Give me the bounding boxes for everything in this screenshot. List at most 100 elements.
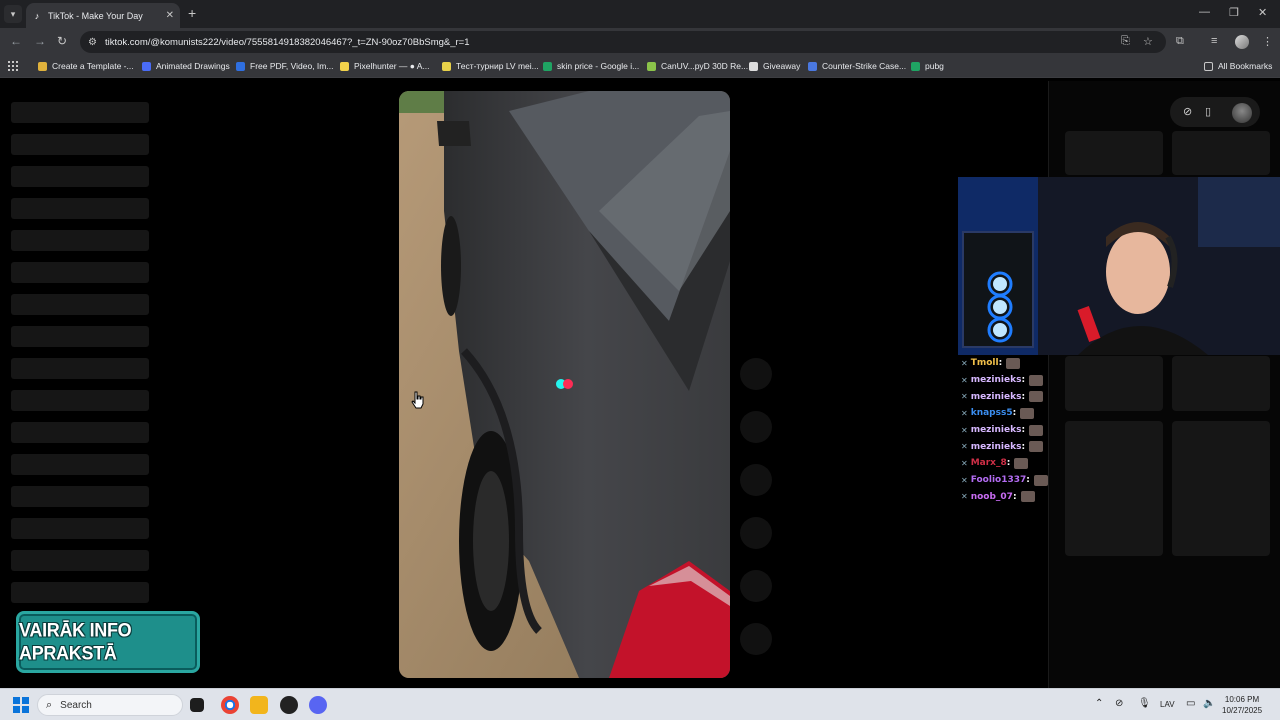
minimize-icon[interactable]: —: [1199, 6, 1210, 18]
bookmark-label: pubg: [925, 61, 944, 71]
reload-icon[interactable]: ↻: [57, 34, 67, 48]
install-app-icon[interactable]: ⎘: [1121, 35, 1130, 48]
chrome-icon[interactable]: [221, 696, 239, 714]
bookmark-label: Pixelhunter — ● A...: [354, 61, 430, 71]
display-icon[interactable]: ▭: [1186, 698, 1195, 709]
time: 10:06 PM: [1224, 695, 1260, 704]
chat-emote-icon: [1014, 457, 1029, 469]
new-tab-button[interactable]: +: [188, 5, 196, 21]
volume-icon[interactable]: 🔈: [1203, 698, 1215, 709]
bookmark-favicon-icon: [38, 61, 47, 71]
file-explorer-icon[interactable]: [250, 696, 268, 714]
card-placeholder: [1172, 131, 1270, 175]
bookmark-label: Giveaway: [763, 61, 801, 71]
video-player[interactable]: [399, 91, 730, 678]
stream-chat: ✕ Tmoll : ✕ mezinieks : ✕ mezinieks : ✕ knapss5…: [961, 355, 1048, 505]
chat-emote-icon: [1033, 474, 1048, 486]
chat-message: ✕ mezinieks :: [961, 422, 1048, 439]
chat-badge-icon: ✕: [961, 492, 968, 502]
chat-separator: :: [1012, 408, 1017, 419]
bookmark-item[interactable]: Тест-турнир LV mei...: [442, 61, 539, 71]
bookmark-item[interactable]: Giveaway: [749, 61, 800, 71]
chat-username: Tmoll: [970, 358, 999, 369]
bookmark-label: Free PDF, Video, Im...: [250, 61, 334, 71]
bookmark-item[interactable]: CanUV...pyD 30D Re...: [647, 61, 748, 71]
site-info-icon[interactable]: ⚙: [88, 37, 97, 48]
chat-separator: :: [1012, 491, 1017, 502]
media-controls-icon[interactable]: ≡: [1211, 35, 1217, 47]
chat-username: Foolio1337: [970, 475, 1027, 486]
language-indicator[interactable]: LAV: [1160, 700, 1175, 709]
bookmark-label: CanUV...pyD 30D Re...: [661, 61, 749, 71]
microphone-icon[interactable]: 🎙: [1138, 698, 1151, 709]
restore-icon[interactable]: ❐: [1229, 6, 1239, 19]
clock[interactable]: 10:06 PM 10/27/2025: [1222, 694, 1262, 716]
chat-username: Marx_8: [970, 458, 1007, 469]
more-menu-icon[interactable]: ⋮: [1262, 35, 1273, 48]
webcam-overlay: [958, 177, 1280, 355]
search-icon: ⌕: [46, 698, 53, 711]
tab-search-icon[interactable]: ▾: [4, 5, 22, 23]
bookmark-favicon-icon: [142, 61, 151, 71]
chat-emote-icon: [1029, 391, 1044, 403]
all-bookmarks-button[interactable]: All Bookmarks: [1204, 61, 1272, 71]
tab-close-icon[interactable]: ✕: [166, 10, 174, 21]
compass-icon[interactable]: ⊘: [1183, 105, 1192, 118]
chat-message: ✕ mezinieks :: [961, 388, 1048, 405]
bookmark-label: Тест-турнир LV mei...: [456, 61, 539, 71]
chat-message: ✕ mezinieks :: [961, 372, 1048, 389]
video-frame: [399, 91, 730, 678]
chat-emote-icon: [1029, 441, 1044, 453]
bookmark-star-icon[interactable]: ☆: [1143, 35, 1153, 48]
windows-start-icon[interactable]: [13, 697, 29, 713]
chat-badge-icon: ✕: [961, 442, 968, 452]
chat-username: mezinieks: [970, 391, 1022, 402]
url-text: tiktok.com/@komunists222/video/755581491…: [104, 36, 470, 48]
bookmark-item[interactable]: Pixelhunter — ● A...: [340, 61, 430, 71]
bookmark-item[interactable]: Counter-Strike Case...: [808, 61, 906, 71]
chat-separator: :: [1026, 475, 1030, 486]
network-icon[interactable]: ⊘: [1115, 698, 1123, 709]
folder-icon: [1204, 61, 1213, 71]
bookmark-item[interactable]: Animated Drawings: [142, 61, 230, 71]
back-icon[interactable]: ←: [10, 34, 22, 48]
extensions-icon[interactable]: ⧉: [1176, 35, 1184, 48]
taskbar-search[interactable]: ⌕ Search: [37, 694, 183, 716]
phone-icon[interactable]: ▯: [1205, 105, 1211, 118]
browser-toolbar: ← → ↻ ⚙ tiktok.com/@komunists222/video/7…: [0, 28, 1280, 56]
bookmarks-bar: Create a Template -... Animated Drawings F…: [0, 56, 1280, 78]
bookmark-label: Counter-Strike Case...: [822, 61, 907, 71]
tiktok-icon: ♪: [34, 10, 40, 21]
tab-tiktok[interactable]: ♪ TikTok - Make Your Day ✕: [26, 3, 180, 28]
profile-avatar[interactable]: [1235, 35, 1249, 49]
sidebar-skeleton: [11, 102, 149, 614]
chat-message: ✕ knapss5 :: [961, 405, 1048, 422]
bookmark-item[interactable]: Create a Template -...: [38, 61, 134, 71]
chat-emote-icon: [1029, 424, 1044, 436]
chat-badge-icon: ✕: [961, 408, 968, 418]
address-bar[interactable]: ⚙ tiktok.com/@komunists222/video/7555814…: [80, 31, 1166, 53]
tray-chevron-icon[interactable]: ⌃: [1095, 698, 1103, 709]
chat-username: mezinieks: [970, 425, 1022, 436]
card-placeholder: [1065, 131, 1163, 175]
task-view-icon[interactable]: [190, 698, 204, 712]
action-buttons-skeleton: [740, 358, 772, 676]
forward-icon[interactable]: →: [34, 34, 46, 48]
card-placeholder: [1172, 421, 1270, 556]
chat-username: mezinieks: [970, 441, 1022, 452]
chat-message: ✕ Foolio1337 :: [961, 472, 1048, 489]
screen: ▾ ♪ TikTok - Make Your Day ✕ + — ❐ ✕ ← →…: [0, 0, 1280, 720]
apps-grid-icon[interactable]: [8, 61, 18, 71]
bookmark-item[interactable]: Free PDF, Video, Im...: [236, 61, 333, 71]
chat-emote-icon: [1029, 374, 1044, 386]
discord-icon[interactable]: [309, 696, 327, 714]
bookmark-item[interactable]: skin price - Google i...: [543, 61, 639, 71]
tiktok-page: ⊘ ▯: [0, 81, 1280, 688]
user-avatar[interactable]: [1232, 103, 1252, 123]
bookmark-favicon-icon: [236, 61, 245, 71]
window-close-icon[interactable]: ✕: [1258, 6, 1267, 19]
bookmark-item[interactable]: pubg: [911, 61, 944, 71]
chat-badge-icon: ✕: [961, 392, 968, 402]
app-icon[interactable]: [280, 696, 298, 714]
bookmark-label: skin price - Google i...: [557, 61, 640, 71]
